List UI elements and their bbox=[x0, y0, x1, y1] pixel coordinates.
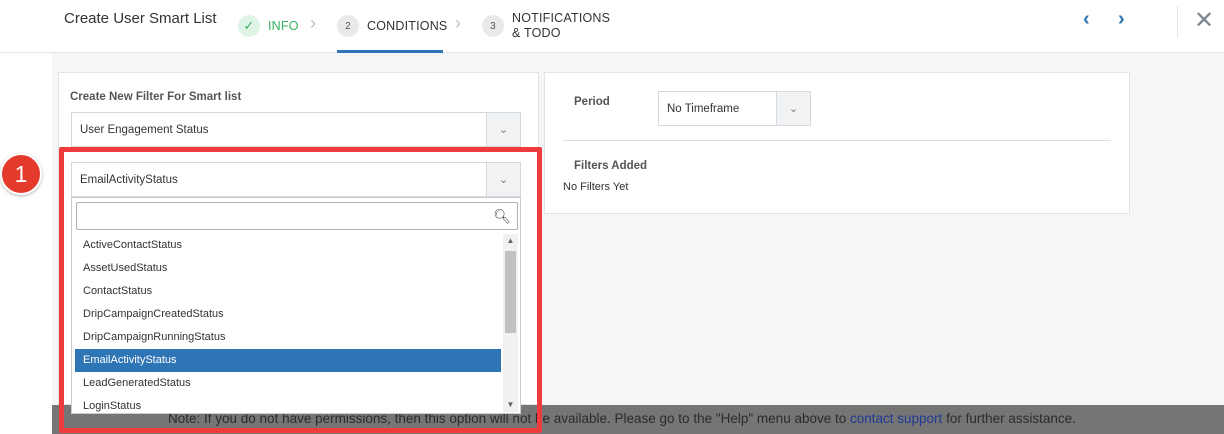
filter-label: Create New Filter For Smart list bbox=[70, 91, 242, 103]
summary-panel bbox=[544, 72, 1130, 214]
chevron-right-icon[interactable]: › bbox=[1118, 8, 1125, 31]
highlight-box bbox=[59, 147, 542, 433]
close-icon[interactable]: ✕ bbox=[1194, 6, 1214, 35]
chevron-right-icon: › bbox=[310, 13, 316, 33]
smart-list-wizard: Create User Smart List ✓ INFO › 2 CONDIT… bbox=[0, 0, 1224, 434]
filter-category-value: User Engagement Status bbox=[80, 123, 209, 136]
wizard-header: Create User Smart List ✓ INFO › 2 CONDIT… bbox=[0, 0, 1224, 53]
chevron-left-icon[interactable]: ‹ bbox=[1083, 8, 1090, 31]
step-notifications[interactable]: 3 NOTIFICATIONS & TODO bbox=[482, 0, 622, 52]
check-icon: ✓ bbox=[238, 15, 260, 37]
period-value: No Timeframe bbox=[667, 102, 740, 115]
page-title: Create User Smart List bbox=[64, 10, 217, 27]
chevron-down-icon[interactable]: ⌄ bbox=[776, 92, 810, 125]
step-number: 3 bbox=[482, 15, 504, 37]
step-notifications-label: NOTIFICATIONS & TODO bbox=[512, 11, 611, 40]
step-info[interactable]: ✓ INFO bbox=[238, 0, 299, 52]
period-label: Period bbox=[574, 96, 610, 108]
chevron-right-icon: › bbox=[455, 13, 461, 33]
divider bbox=[563, 140, 1111, 141]
step-callout-badge: 1 bbox=[0, 153, 42, 195]
filter-category-select[interactable]: User Engagement Status ⌄ bbox=[71, 112, 521, 147]
step-info-label: INFO bbox=[268, 19, 299, 33]
note-suffix: for further assistance. bbox=[942, 411, 1076, 426]
period-select[interactable]: No Timeframe ⌄ bbox=[658, 91, 811, 126]
filters-added-label: Filters Added bbox=[574, 160, 648, 172]
step-conditions[interactable]: 2 CONDITIONS bbox=[337, 0, 447, 52]
chevron-down-icon[interactable]: ⌄ bbox=[486, 113, 520, 146]
contact-support-link[interactable]: contact support bbox=[850, 411, 942, 426]
step-conditions-label: CONDITIONS bbox=[367, 19, 448, 33]
header-divider bbox=[1177, 6, 1178, 38]
step-number: 2 bbox=[337, 15, 359, 37]
filters-empty-text: No Filters Yet bbox=[563, 181, 629, 193]
